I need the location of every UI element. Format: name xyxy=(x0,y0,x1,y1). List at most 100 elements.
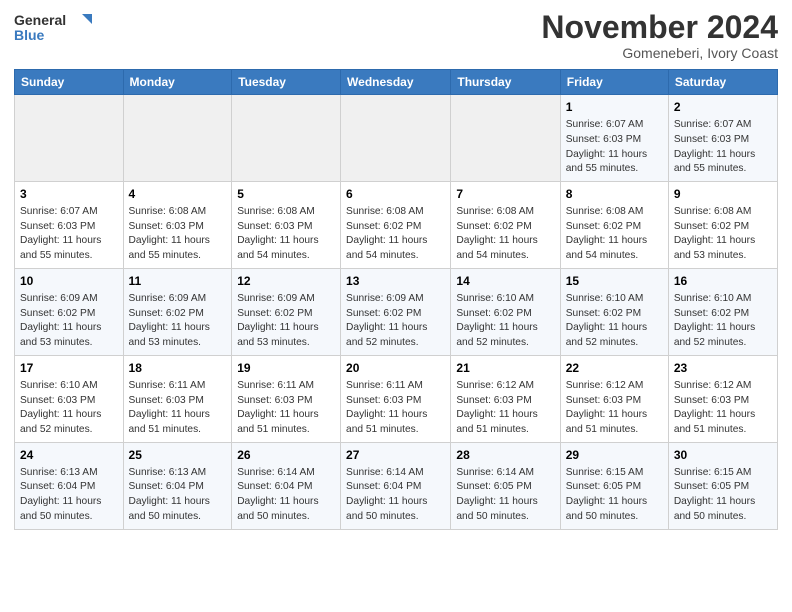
day-header-saturday: Saturday xyxy=(668,70,777,95)
day-number: 13 xyxy=(346,273,445,290)
day-number: 5 xyxy=(237,186,335,203)
calendar-cell xyxy=(341,95,451,182)
day-info: Sunrise: 6:14 AM Sunset: 6:04 PM Dayligh… xyxy=(346,466,445,525)
day-info: Sunrise: 6:11 AM Sunset: 6:03 PM Dayligh… xyxy=(129,379,227,438)
day-number: 1 xyxy=(566,99,663,116)
calendar-cell: 29 Sunrise: 6:15 AM Sunset: 6:05 PM Dayli… xyxy=(560,442,668,529)
calendar-cell: 25Sunrise: 6:13 AM Sunset: 6:04 PM Dayli… xyxy=(123,442,232,529)
calendar-cell: 20 Sunrise: 6:11 AM Sunset: 6:03 PM Dayli… xyxy=(341,355,451,442)
day-number: 23 xyxy=(674,360,772,377)
calendar-cell: 13 Sunrise: 6:09 AM Sunset: 6:02 PM Dayli… xyxy=(341,269,451,356)
calendar-cell: 15 Sunrise: 6:10 AM Sunset: 6:02 PM Dayli… xyxy=(560,269,668,356)
calendar-cell: 3 Sunrise: 6:07 AM Sunset: 6:03 PM Daylig… xyxy=(15,182,124,269)
day-number: 16 xyxy=(674,273,772,290)
day-info: Sunrise: 6:09 AM Sunset: 6:02 PM Dayligh… xyxy=(20,292,118,351)
day-number: 12 xyxy=(237,273,335,290)
calendar-cell: 30 Sunrise: 6:15 AM Sunset: 6:05 PM Dayli… xyxy=(668,442,777,529)
day-number: 11 xyxy=(129,273,227,290)
calendar-cell xyxy=(232,95,341,182)
calendar-cell: 26 Sunrise: 6:14 AM Sunset: 6:04 PM Dayli… xyxy=(232,442,341,529)
day-info: Sunrise: 6:10 AM Sunset: 6:02 PM Dayligh… xyxy=(674,292,772,351)
day-info: Sunrise: 6:09 AM Sunset: 6:02 PM Dayligh… xyxy=(129,292,227,351)
day-info: Sunrise: 6:08 AM Sunset: 6:02 PM Dayligh… xyxy=(456,205,554,264)
day-info: Sunrise: 6:13 AM Sunset: 6:04 PM Dayligh… xyxy=(129,466,227,525)
day-info: Sunrise: 6:09 AM Sunset: 6:02 PM Dayligh… xyxy=(237,292,335,351)
calendar-cell: 8 Sunrise: 6:08 AM Sunset: 6:02 PM Daylig… xyxy=(560,182,668,269)
page: General Blue November 2024 Gomeneberi, I… xyxy=(0,0,792,612)
calendar-cell: 18 Sunrise: 6:11 AM Sunset: 6:03 PM Dayli… xyxy=(123,355,232,442)
day-info: Sunrise: 6:09 AM Sunset: 6:02 PM Dayligh… xyxy=(346,292,445,351)
calendar-cell xyxy=(451,95,560,182)
calendar-cell: 5 Sunrise: 6:08 AM Sunset: 6:03 PM Daylig… xyxy=(232,182,341,269)
day-info: Sunrise: 6:11 AM Sunset: 6:03 PM Dayligh… xyxy=(346,379,445,438)
day-info: Sunrise: 6:10 AM Sunset: 6:03 PM Dayligh… xyxy=(20,379,118,438)
calendar-cell: 27 Sunrise: 6:14 AM Sunset: 6:04 PM Dayli… xyxy=(341,442,451,529)
day-info: Sunrise: 6:08 AM Sunset: 6:03 PM Dayligh… xyxy=(129,205,227,264)
day-header-wednesday: Wednesday xyxy=(341,70,451,95)
day-number: 3 xyxy=(20,186,118,203)
calendar-cell: 11 Sunrise: 6:09 AM Sunset: 6:02 PM Dayli… xyxy=(123,269,232,356)
day-info: Sunrise: 6:07 AM Sunset: 6:03 PM Dayligh… xyxy=(674,118,772,177)
day-info: Sunrise: 6:14 AM Sunset: 6:04 PM Dayligh… xyxy=(237,466,335,525)
day-info: Sunrise: 6:15 AM Sunset: 6:05 PM Dayligh… xyxy=(674,466,772,525)
day-number: 14 xyxy=(456,273,554,290)
day-info: Sunrise: 6:12 AM Sunset: 6:03 PM Dayligh… xyxy=(566,379,663,438)
day-number: 21 xyxy=(456,360,554,377)
day-number: 8 xyxy=(566,186,663,203)
calendar-cell: 2 Sunrise: 6:07 AM Sunset: 6:03 PM Daylig… xyxy=(668,95,777,182)
calendar-cell: 28Sunrise: 6:14 AM Sunset: 6:05 PM Dayli… xyxy=(451,442,560,529)
calendar-cell: 22 Sunrise: 6:12 AM Sunset: 6:03 PM Dayli… xyxy=(560,355,668,442)
calendar-cell: 9 Sunrise: 6:08 AM Sunset: 6:02 PM Daylig… xyxy=(668,182,777,269)
calendar-cell: 19 Sunrise: 6:11 AM Sunset: 6:03 PM Dayli… xyxy=(232,355,341,442)
calendar-cell: 1 Sunrise: 6:07 AM Sunset: 6:03 PM Daylig… xyxy=(560,95,668,182)
day-number: 4 xyxy=(129,186,227,203)
day-number: 9 xyxy=(674,186,772,203)
day-number: 20 xyxy=(346,360,445,377)
day-info: Sunrise: 6:08 AM Sunset: 6:02 PM Dayligh… xyxy=(346,205,445,264)
calendar-cell xyxy=(15,95,124,182)
day-info: Sunrise: 6:07 AM Sunset: 6:03 PM Dayligh… xyxy=(566,118,663,177)
day-number: 10 xyxy=(20,273,118,290)
calendar-cell: 14 Sunrise: 6:10 AM Sunset: 6:02 PM Dayli… xyxy=(451,269,560,356)
title-block: November 2024 Gomeneberi, Ivory Coast xyxy=(541,10,778,61)
day-number: 18 xyxy=(129,360,227,377)
day-info: Sunrise: 6:08 AM Sunset: 6:02 PM Dayligh… xyxy=(566,205,663,264)
day-number: 22 xyxy=(566,360,663,377)
calendar-cell xyxy=(123,95,232,182)
day-number: 30 xyxy=(674,447,772,464)
day-number: 15 xyxy=(566,273,663,290)
calendar-cell: 12 Sunrise: 6:09 AM Sunset: 6:02 PM Dayli… xyxy=(232,269,341,356)
day-header-tuesday: Tuesday xyxy=(232,70,341,95)
month-title: November 2024 xyxy=(541,10,778,45)
day-header-friday: Friday xyxy=(560,70,668,95)
day-number: 17 xyxy=(20,360,118,377)
day-info: Sunrise: 6:15 AM Sunset: 6:05 PM Dayligh… xyxy=(566,466,663,525)
calendar-cell: 10 Sunrise: 6:09 AM Sunset: 6:02 PM Dayli… xyxy=(15,269,124,356)
day-header-monday: Monday xyxy=(123,70,232,95)
svg-text:General: General xyxy=(14,12,66,28)
logo-svg: General Blue xyxy=(14,10,94,50)
day-number: 29 xyxy=(566,447,663,464)
day-info: Sunrise: 6:07 AM Sunset: 6:03 PM Dayligh… xyxy=(20,205,118,264)
day-number: 28 xyxy=(456,447,554,464)
day-info: Sunrise: 6:08 AM Sunset: 6:03 PM Dayligh… xyxy=(237,205,335,264)
calendar-cell: 6Sunrise: 6:08 AM Sunset: 6:02 PM Daylig… xyxy=(341,182,451,269)
day-info: Sunrise: 6:08 AM Sunset: 6:02 PM Dayligh… xyxy=(674,205,772,264)
calendar-cell: 7Sunrise: 6:08 AM Sunset: 6:02 PM Daylig… xyxy=(451,182,560,269)
day-info: Sunrise: 6:12 AM Sunset: 6:03 PM Dayligh… xyxy=(674,379,772,438)
calendar-cell: 16 Sunrise: 6:10 AM Sunset: 6:02 PM Dayli… xyxy=(668,269,777,356)
day-number: 27 xyxy=(346,447,445,464)
day-info: Sunrise: 6:13 AM Sunset: 6:04 PM Dayligh… xyxy=(20,466,118,525)
day-info: Sunrise: 6:11 AM Sunset: 6:03 PM Dayligh… xyxy=(237,379,335,438)
location: Gomeneberi, Ivory Coast xyxy=(541,45,778,61)
day-number: 26 xyxy=(237,447,335,464)
day-number: 2 xyxy=(674,99,772,116)
day-info: Sunrise: 6:12 AM Sunset: 6:03 PM Dayligh… xyxy=(456,379,554,438)
calendar-cell: 23 Sunrise: 6:12 AM Sunset: 6:03 PM Dayli… xyxy=(668,355,777,442)
day-info: Sunrise: 6:10 AM Sunset: 6:02 PM Dayligh… xyxy=(566,292,663,351)
day-number: 24 xyxy=(20,447,118,464)
day-info: Sunrise: 6:10 AM Sunset: 6:02 PM Dayligh… xyxy=(456,292,554,351)
day-header-thursday: Thursday xyxy=(451,70,560,95)
calendar-cell: 24 Sunrise: 6:13 AM Sunset: 6:04 PM Dayli… xyxy=(15,442,124,529)
day-number: 19 xyxy=(237,360,335,377)
